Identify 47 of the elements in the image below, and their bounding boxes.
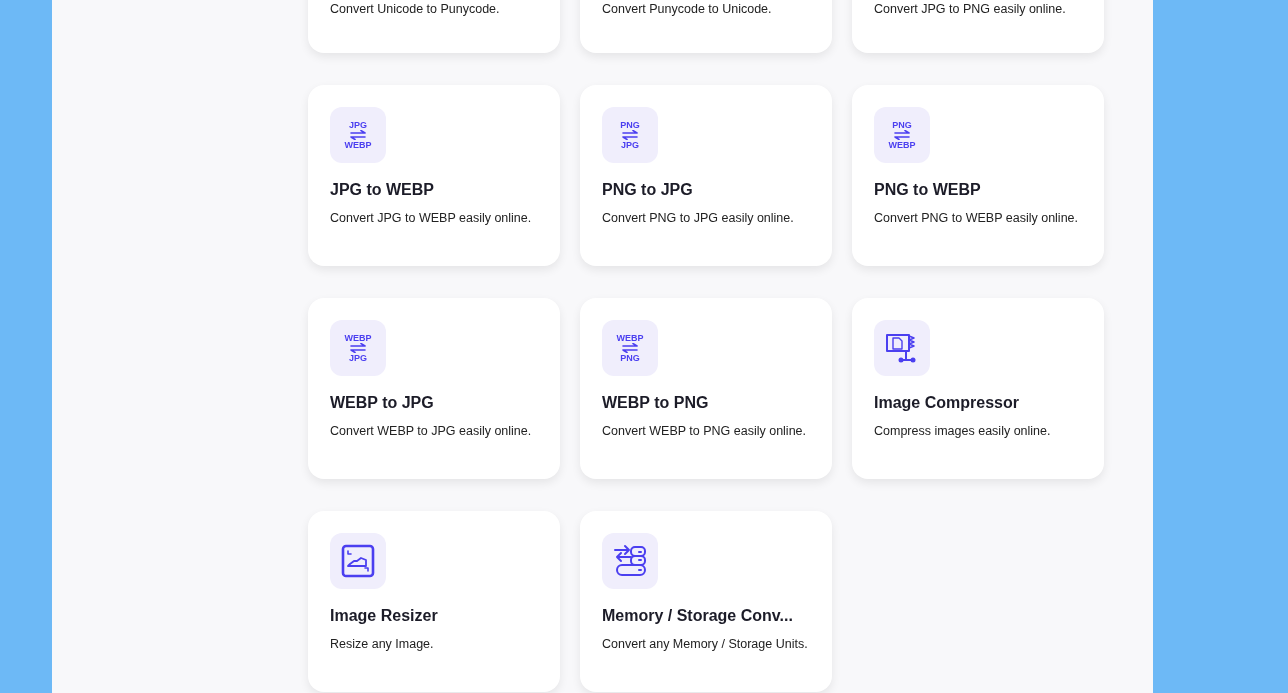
tool-description: Convert Punycode to Unicode. xyxy=(602,2,773,17)
swap-arrows-icon xyxy=(350,343,366,353)
tool-description: Convert JPG to PNG easily online. xyxy=(874,2,1067,17)
tool-card[interactable]: Convert Unicode to Punycode. xyxy=(308,0,560,53)
image-resize-icon xyxy=(341,544,375,578)
format-label: JPG xyxy=(349,120,367,130)
tool-card[interactable]: Memory / Storage Conv... Convert any Memory / Storage Units. xyxy=(580,511,832,692)
tool-title: PNG to JPG xyxy=(602,181,694,199)
swap-arrows-icon xyxy=(350,130,366,140)
tool-title: WEBP to PNG xyxy=(602,394,710,412)
format-label: WEBP xyxy=(888,140,916,150)
format-label: WEBP xyxy=(344,140,372,150)
tool-title: PNG to WEBP xyxy=(874,181,982,199)
tool-description: Convert Unicode to Punycode. xyxy=(330,2,501,17)
tool-title: Image Resizer xyxy=(330,607,439,625)
tool-description: Convert WEBP to JPG easily online. xyxy=(330,424,533,439)
tool-card[interactable]: Image Compressor Compress images easily online. xyxy=(852,298,1104,479)
tool-card[interactable]: WEBP PNG WEBP to PNG Convert WEBP to PNG easily online. xyxy=(580,298,832,479)
format-label: JPG xyxy=(349,353,367,363)
tool-card[interactable]: Convert JPG to PNG easily online. xyxy=(852,0,1104,53)
format-label: PNG xyxy=(620,120,640,130)
tool-description: Convert JPG to WEBP easily online. xyxy=(330,211,533,226)
tool-card[interactable]: JPG WEBP JPG to WEBP Convert JPG to WEBP easily online. xyxy=(308,85,560,266)
format-label: PNG xyxy=(892,120,912,130)
tool-description: Convert any Memory / Storage Units. xyxy=(602,637,809,652)
tool-title: Image Compressor xyxy=(874,394,1020,412)
format-label: WEBP xyxy=(616,333,644,343)
format-label: PNG xyxy=(620,353,640,363)
swap-arrows-icon xyxy=(622,343,638,353)
tool-card[interactable]: WEBP JPG WEBP to JPG Convert WEBP to JPG easily online. xyxy=(308,298,560,479)
tool-card[interactable]: Image Resizer Resize any Image. xyxy=(308,511,560,692)
tool-card[interactable]: Convert Punycode to Unicode. xyxy=(580,0,832,53)
tool-description: Compress images easily online. xyxy=(874,424,1052,439)
tool-card[interactable]: PNG JPG PNG to JPG Convert PNG to JPG easily online. xyxy=(580,85,832,266)
swap-arrows-icon xyxy=(894,130,910,140)
format-label: WEBP xyxy=(344,333,372,343)
tool-title: WEBP to JPG xyxy=(330,394,435,412)
format-label: JPG xyxy=(621,140,639,150)
swap-arrows-icon xyxy=(622,130,638,140)
tool-description: Resize any Image. xyxy=(330,637,435,652)
storage-convert-icon xyxy=(613,544,647,578)
tool-title: Memory / Storage Conv... xyxy=(602,607,794,625)
tool-description: Convert WEBP to PNG easily online. xyxy=(602,424,808,439)
tool-description: Convert PNG to JPG easily online. xyxy=(602,211,795,226)
tool-title: JPG to WEBP xyxy=(330,181,435,199)
tool-description: Convert PNG to WEBP easily online. xyxy=(874,211,1080,226)
tool-card[interactable]: PNG WEBP PNG to WEBP Convert PNG to WEBP easily online. xyxy=(852,85,1104,266)
